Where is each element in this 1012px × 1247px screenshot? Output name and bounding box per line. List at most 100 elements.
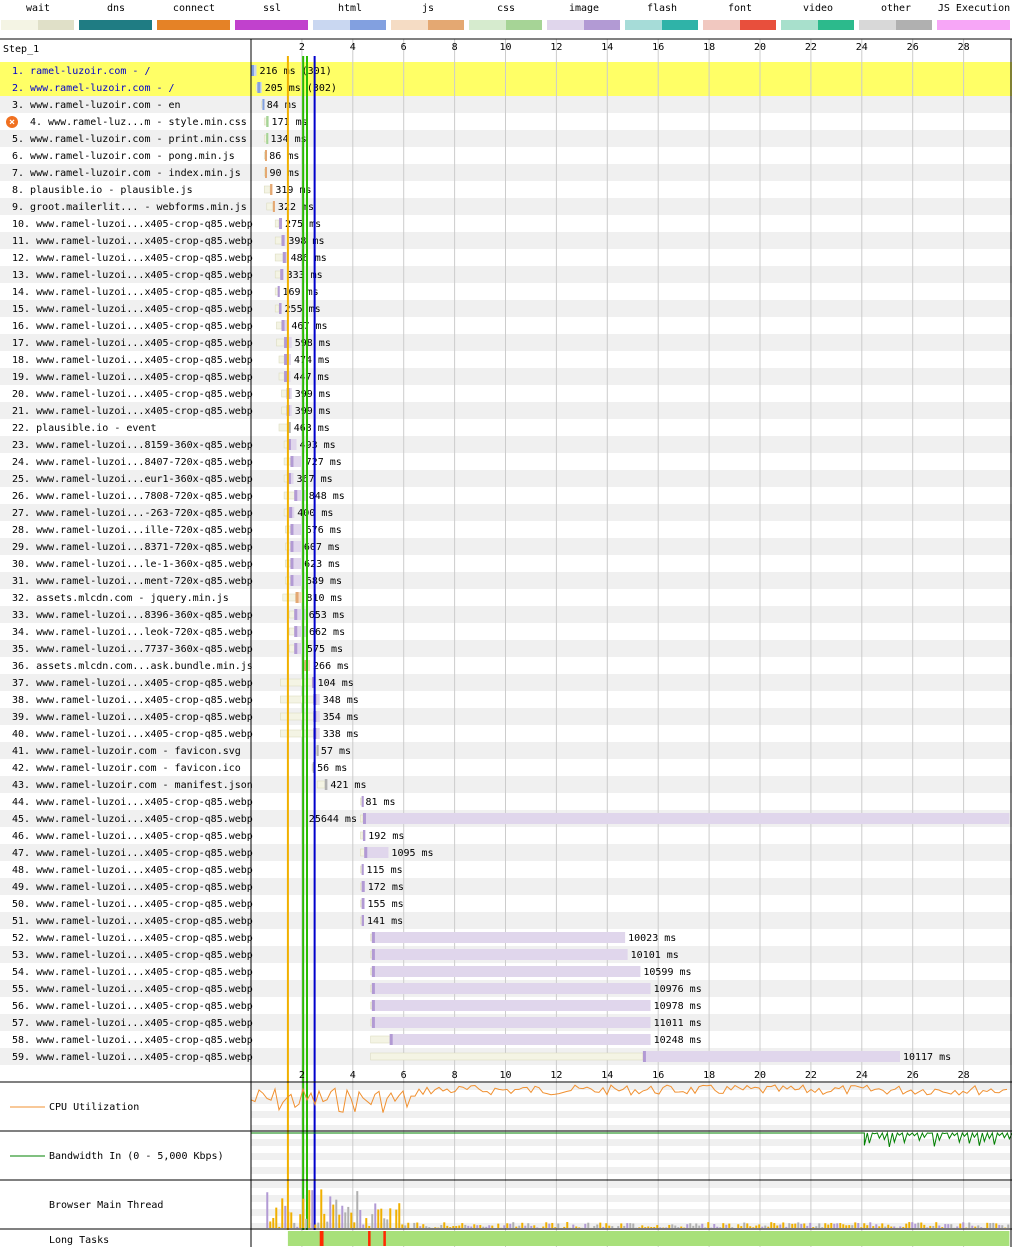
bar-image — [371, 1017, 651, 1028]
main-thread-activity — [398, 1203, 401, 1228]
main-thread-activity — [881, 1223, 884, 1228]
bar-image-download — [361, 864, 364, 875]
main-thread-activity — [866, 1225, 869, 1228]
main-thread-activity — [620, 1223, 623, 1228]
bar-image-download — [361, 796, 364, 807]
bar-image-download — [371, 1017, 375, 1028]
main-thread-activity — [542, 1226, 545, 1228]
bar-image-download — [642, 1051, 646, 1062]
long-task-red — [319, 1231, 324, 1246]
x-tick-label-bottom: 8 — [452, 1070, 458, 1081]
legend-label-video: video — [803, 3, 833, 14]
request-timing: 1095 ms — [391, 848, 433, 859]
legend-label-ssl: ssl — [263, 3, 281, 14]
x-tick-label-top: 26 — [907, 42, 919, 53]
main-thread-activity — [959, 1223, 962, 1228]
main-thread-activity — [767, 1226, 770, 1228]
legend-label-image: image — [569, 3, 599, 14]
bar-wait — [280, 729, 314, 738]
bar-html-download — [257, 82, 261, 93]
main-thread-activity — [506, 1223, 509, 1228]
bar-wait — [360, 797, 362, 806]
main-thread-activity — [659, 1227, 662, 1228]
main-thread-activity — [941, 1227, 944, 1228]
bar-image-download — [371, 1000, 375, 1011]
request-label: 46. www.ramel-luzoi...x405-crop-q85.webp — [12, 831, 253, 842]
main-thread-activity — [803, 1223, 806, 1228]
x-tick-label-bottom: 16 — [652, 1070, 664, 1081]
request-label: 10. www.ramel-luzoi...x405-crop-q85.webp — [12, 219, 253, 230]
main-thread-activity — [836, 1223, 839, 1228]
main-thread-activity — [644, 1227, 647, 1228]
request-timing: 155 ms — [368, 899, 404, 910]
bar-wait — [370, 950, 373, 959]
main-thread-activity — [740, 1226, 743, 1228]
main-thread-activity — [503, 1225, 506, 1228]
request-timing: 10599 ms — [643, 967, 691, 978]
bar-image-download — [361, 881, 365, 892]
bar-wait — [280, 695, 314, 704]
bar-image-download — [290, 558, 294, 569]
legend-label-html: html — [338, 3, 362, 14]
x-tick-label-top: 2 — [299, 42, 305, 53]
request-timing: 10978 ms — [654, 1001, 702, 1012]
main-thread-activity — [701, 1223, 704, 1228]
request-label: 45. www.ramel-luzoi...x405-crop-q85.webp — [12, 814, 253, 825]
legend-swatch-dark — [506, 20, 542, 30]
main-thread-activity — [515, 1226, 518, 1228]
main-thread-activity — [320, 1189, 323, 1228]
legend-swatch-dark — [116, 20, 152, 30]
request-timing: 467 ms — [291, 321, 327, 332]
request-label: 6. www.ramel-luzoir.com - pong.min.js — [12, 151, 235, 162]
main-thread-activity — [443, 1222, 446, 1228]
main-thread-activity — [674, 1225, 677, 1228]
main-thread-activity — [824, 1223, 827, 1228]
bar-image-download — [371, 932, 375, 943]
bar-wait — [276, 321, 282, 330]
request-label: 5. www.ramel-luzoir.com - print.min.css — [12, 134, 247, 145]
request-timing: 266 ms — [313, 661, 349, 672]
legend-swatch-light — [313, 20, 350, 30]
request-label: 28. www.ramel-luzoi...ille-720x-q85.webp — [12, 525, 253, 536]
request-timing: 348 ms — [323, 695, 359, 706]
bar-image-download — [294, 609, 298, 620]
bar-js-download — [295, 592, 299, 603]
main-thread-activity — [773, 1223, 776, 1228]
bar-image-download — [280, 269, 284, 280]
main-thread-activity — [365, 1218, 368, 1228]
request-label: 4. www.ramel-luz...m - style.min.css — [30, 117, 247, 128]
main-thread-activity — [290, 1212, 293, 1228]
bar-wait — [370, 1001, 373, 1010]
main-thread-activity — [815, 1226, 818, 1228]
request-label: 19. www.ramel-luzoi...x405-crop-q85.webp — [12, 372, 253, 383]
main-thread-activity — [716, 1226, 719, 1228]
main-thread-activity — [806, 1225, 809, 1228]
request-label: 35. www.ramel-luzoi...7737-360x-q85.webp — [12, 644, 253, 655]
request-timing: 333 ms — [287, 270, 323, 281]
request-timing: 598 ms — [295, 338, 331, 349]
request-label: 12. www.ramel-luzoi...x405-crop-q85.webp — [12, 253, 253, 264]
bar-image-download — [362, 813, 366, 824]
request-timing: 474 ms — [294, 355, 330, 366]
request-timing: 623 ms — [304, 559, 340, 570]
main-thread-activity — [875, 1224, 878, 1228]
main-thread-activity — [452, 1226, 455, 1228]
bar-wait — [370, 984, 373, 993]
legend-swatch-dark — [818, 20, 854, 30]
request-label: 40. www.ramel-luzoi...x405-crop-q85.webp — [12, 729, 253, 740]
bar-wait — [360, 899, 362, 908]
bar-wait — [274, 236, 282, 245]
main-thread-activity — [776, 1225, 779, 1228]
bar-wait — [278, 355, 285, 364]
main-thread-activity — [362, 1224, 365, 1228]
request-label: 24. www.ramel-luzoi...8407-720x-q85.webp — [12, 457, 253, 468]
main-thread-activity — [311, 1190, 314, 1228]
request-label: 26. www.ramel-luzoi...7808-720x-q85.webp — [12, 491, 253, 502]
request-timing: 25644 ms — [309, 814, 357, 825]
legend-swatch-light — [79, 20, 116, 30]
x-tick-label-top: 4 — [350, 42, 356, 53]
legend-swatch-dark — [194, 20, 230, 30]
main-thread-activity — [551, 1222, 554, 1228]
main-thread-activity — [374, 1203, 377, 1228]
request-label: 44. www.ramel-luzoi...x405-crop-q85.webp — [12, 797, 253, 808]
